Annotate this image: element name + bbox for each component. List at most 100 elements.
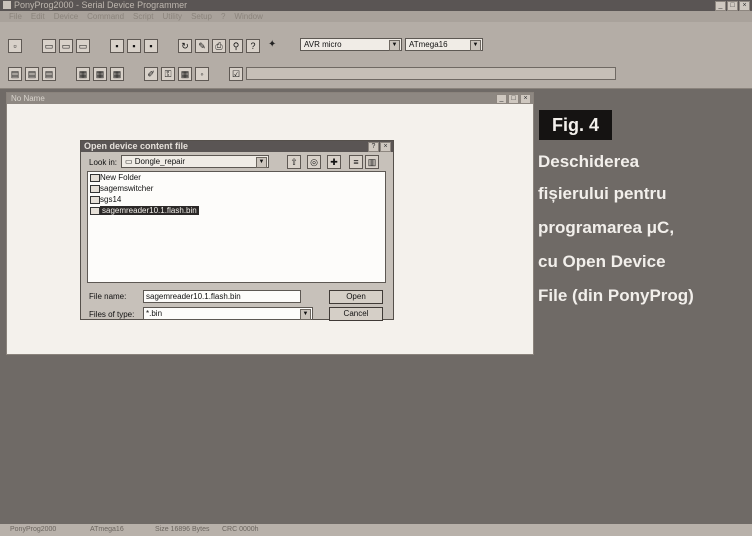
file-name-value: sagemreader10.1.flash.bin xyxy=(146,292,241,301)
security-bits-icon[interactable]: ⚿ xyxy=(161,67,175,81)
doc-maximize-button[interactable]: □ xyxy=(508,94,519,104)
close-button[interactable]: × xyxy=(739,1,750,11)
app-window-controls: _ □ × xyxy=(715,1,750,11)
device-family-select[interactable]: AVR micro ▼ xyxy=(300,38,402,51)
new-icon[interactable]: ▫ xyxy=(8,39,22,53)
app-title: PonyProg2000 - Serial Device Programmer xyxy=(14,0,188,10)
caption-line-1: Deschiderea xyxy=(538,152,640,171)
doc-minimize-button[interactable]: _ xyxy=(496,94,507,104)
menu-edit[interactable]: Edit xyxy=(31,11,45,22)
open-button[interactable]: Open xyxy=(329,290,383,304)
folder-icon: ▭ xyxy=(125,157,135,166)
menu-file[interactable]: File xyxy=(9,11,22,22)
device-type-select[interactable]: ATmega16 ▼ xyxy=(405,38,483,51)
caption-line-3: programarea μC, xyxy=(538,218,675,237)
details-view-icon[interactable]: ▥ xyxy=(365,155,379,169)
open-program-icon[interactable]: ▭ xyxy=(59,39,73,53)
menu-utility[interactable]: Utility xyxy=(163,11,183,22)
menu-window[interactable]: Window xyxy=(234,11,262,22)
file-name-label: File name: xyxy=(89,292,127,301)
read-data-icon[interactable]: ▤ xyxy=(42,67,56,81)
device-family-value: AVR micro xyxy=(304,40,342,49)
folder-icon xyxy=(90,174,100,182)
chevron-down-icon[interactable]: ▼ xyxy=(470,40,481,51)
toolbar-commands: ▤ ▤ ▤ ▦ ▦ ▦ ✐ ⚿ ▦ ◦ ☑ xyxy=(0,60,752,89)
files-of-type-select[interactable]: *.bin ▼ xyxy=(143,307,313,320)
file-list[interactable]: New Folder sagemswitcher sgs14 sagemread… xyxy=(87,171,386,283)
toolbar-main: ▫ ▭ ▭ ▭ ▪ ▪ ▪ ↻ ✎ ⎙ ⚲ ? ✦ AVR micro ▼ AT… xyxy=(0,22,752,60)
save-data-icon[interactable]: ▪ xyxy=(144,39,158,53)
app-icon xyxy=(3,1,11,9)
menu-device[interactable]: Device xyxy=(54,11,78,22)
chevron-down-icon[interactable]: ▼ xyxy=(256,157,267,168)
chevron-down-icon[interactable]: ▼ xyxy=(389,40,400,51)
chevron-down-icon[interactable]: ▼ xyxy=(300,309,311,320)
document-title: No Name xyxy=(11,94,45,103)
files-of-type-value: *.bin xyxy=(146,309,163,318)
menu-setup[interactable]: Setup xyxy=(191,11,212,22)
list-item[interactable]: New Folder xyxy=(88,172,385,183)
caption-line-2: fișierului pentru xyxy=(538,184,667,203)
look-in-label: Look in: xyxy=(89,158,118,167)
write-all-icon[interactable]: ▦ xyxy=(76,67,90,81)
app-title-bar: PonyProg2000 - Serial Device Programmer xyxy=(0,0,752,11)
doc-close-button[interactable]: × xyxy=(520,94,531,104)
folder-icon xyxy=(90,185,100,193)
file-name-input[interactable]: sagemreader10.1.flash.bin xyxy=(143,290,301,303)
save-icon[interactable]: ▪ xyxy=(110,39,124,53)
device-chip-icon: ✦ xyxy=(268,39,277,50)
write-program-icon[interactable]: ▦ xyxy=(93,67,107,81)
status-crc: CRC 0000h xyxy=(222,526,259,533)
list-view-icon[interactable]: ≡ xyxy=(349,155,363,169)
read-all-icon[interactable]: ▤ xyxy=(8,67,22,81)
status-app: PonyProg2000 xyxy=(10,526,57,533)
look-in-value: Dongle_repair xyxy=(134,157,186,166)
menu-help[interactable]: ? xyxy=(221,11,225,22)
list-item[interactable]: sgs14 xyxy=(88,194,385,205)
save-program-icon[interactable]: ▪ xyxy=(127,39,141,53)
figure-label: Fig. 4 xyxy=(539,110,612,140)
list-item-selected[interactable]: sagemreader10.1.flash.bin xyxy=(88,205,385,216)
list-item[interactable]: sagemswitcher xyxy=(88,183,385,194)
zoom-icon[interactable]: ⚲ xyxy=(229,39,243,53)
minimize-button[interactable]: _ xyxy=(715,1,726,11)
verify-icon[interactable]: ☑ xyxy=(229,67,243,81)
dialog-title-buttons: ? × xyxy=(368,142,391,152)
look-in-select[interactable]: ▭ Dongle_repair ▼ xyxy=(121,155,269,168)
program-icon[interactable]: ◦ xyxy=(195,67,209,81)
menu-bar: File Edit Device Command Script Utility … xyxy=(0,11,752,22)
caption-line-4: cu Open Device xyxy=(538,252,666,271)
file-icon xyxy=(90,207,100,215)
dialog-close-button[interactable]: × xyxy=(380,142,391,152)
menu-script[interactable]: Script xyxy=(133,11,153,22)
menu-command[interactable]: Command xyxy=(87,11,124,22)
open-data-icon[interactable]: ▭ xyxy=(76,39,90,53)
write-data-icon[interactable]: ▦ xyxy=(110,67,124,81)
help-icon[interactable]: ? xyxy=(246,39,260,53)
new-folder-icon[interactable]: ✚ xyxy=(327,155,341,169)
grid-icon[interactable]: ▦ xyxy=(178,67,192,81)
progress-field xyxy=(246,67,616,80)
status-size: Size 16896 Bytes xyxy=(155,526,210,533)
edit-note-icon[interactable]: ✎ xyxy=(195,39,209,53)
reload-icon[interactable]: ↻ xyxy=(178,39,192,53)
print-icon[interactable]: ⎙ xyxy=(212,39,226,53)
folder-icon xyxy=(90,196,100,204)
device-type-value: ATmega16 xyxy=(409,40,448,49)
cancel-button[interactable]: Cancel xyxy=(329,307,383,321)
desktop-icon[interactable]: ◎ xyxy=(307,155,321,169)
maximize-button[interactable]: □ xyxy=(727,1,738,11)
status-bar: PonyProg2000 ATmega16 Size 16896 Bytes C… xyxy=(0,524,752,536)
up-folder-icon[interactable]: ⇧ xyxy=(287,155,301,169)
open-file-dialog: Open device content file ? × Look in: ▭ … xyxy=(80,140,394,321)
status-device: ATmega16 xyxy=(90,526,124,533)
dialog-help-button[interactable]: ? xyxy=(368,142,379,152)
dialog-title: Open device content file xyxy=(84,141,189,151)
open-icon[interactable]: ▭ xyxy=(42,39,56,53)
read-program-icon[interactable]: ▤ xyxy=(25,67,39,81)
document-title-bar: No Name xyxy=(7,93,533,104)
document-window-controls: _ □ × xyxy=(496,94,531,104)
erase-icon[interactable]: ✐ xyxy=(144,67,158,81)
files-of-type-label: Files of type: xyxy=(89,310,135,319)
dialog-title-bar: Open device content file xyxy=(81,141,393,152)
